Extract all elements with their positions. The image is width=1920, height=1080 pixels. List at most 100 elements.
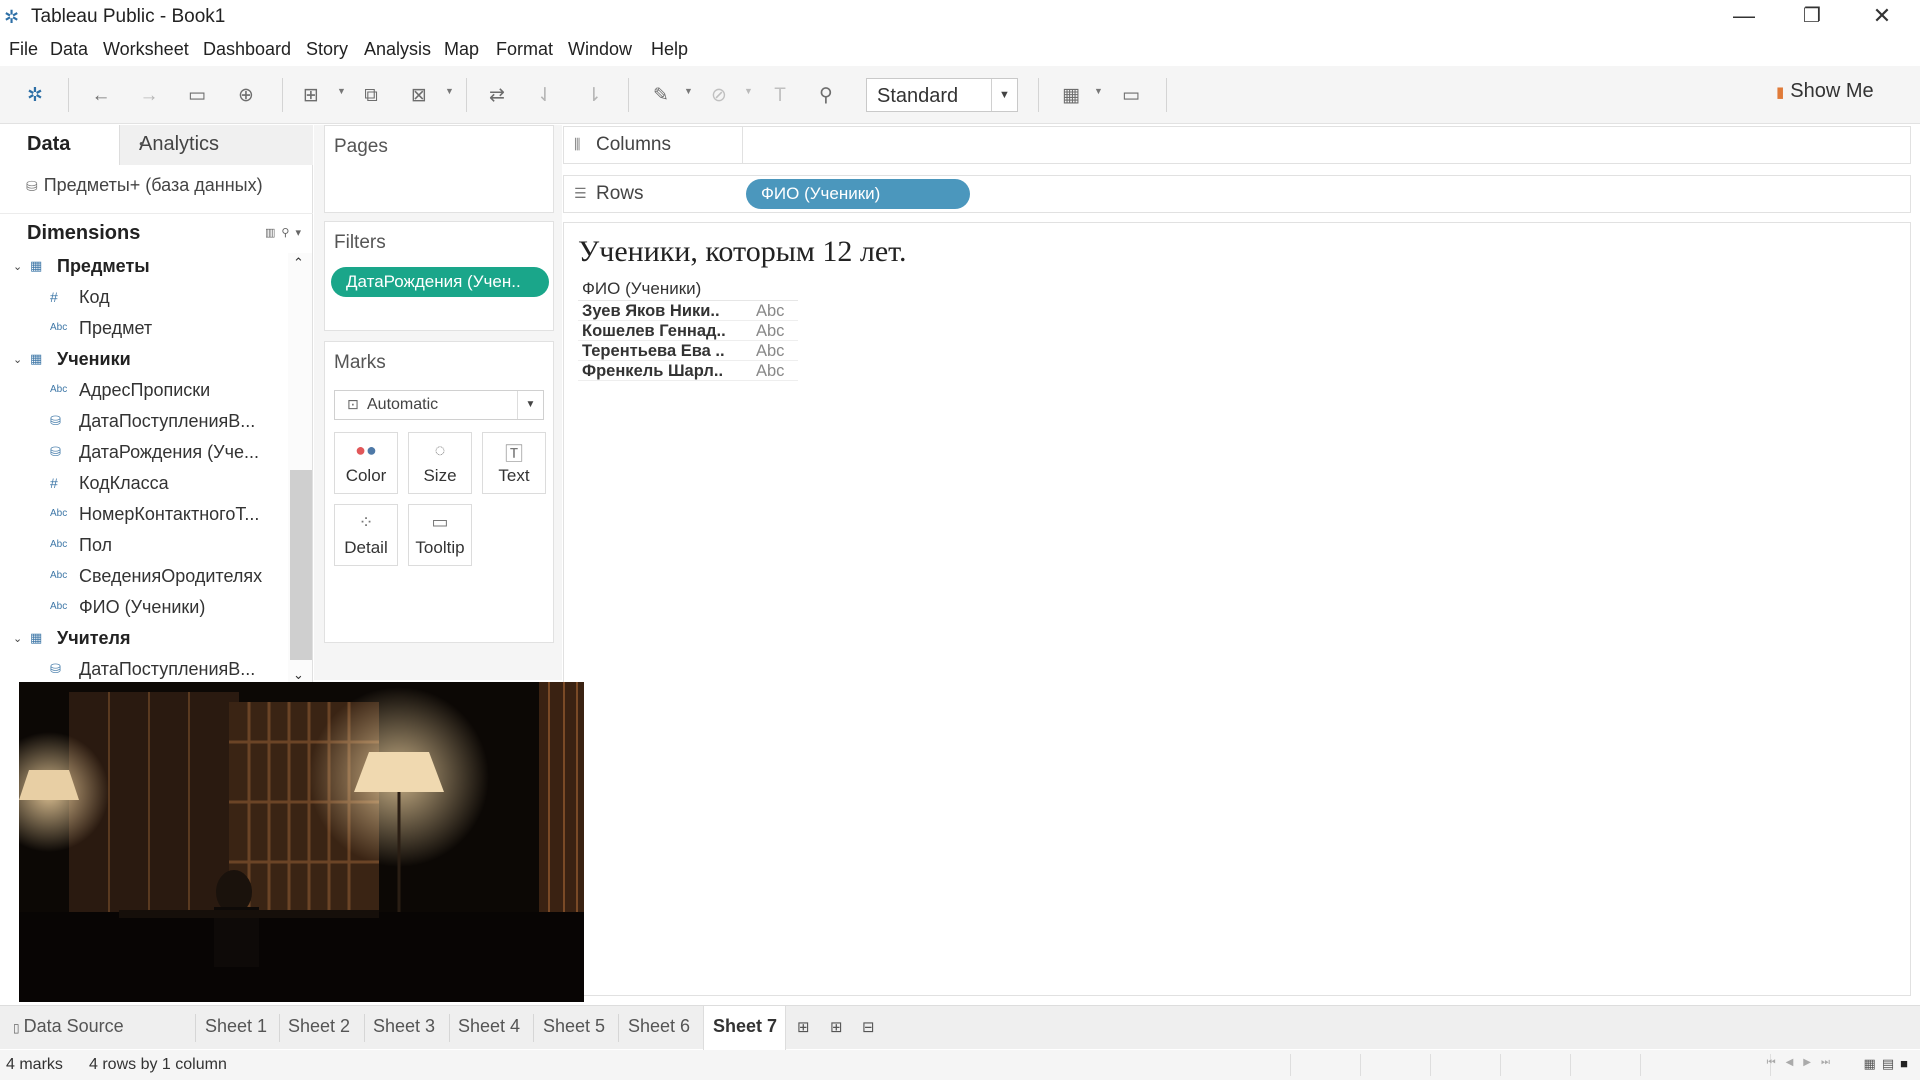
- text-button[interactable]: 🅃 Text: [482, 432, 546, 494]
- last-sheet-icon[interactable]: ⏭: [1821, 1057, 1840, 1068]
- new-dashboard-tab-icon[interactable]: ⊞: [830, 1018, 843, 1036]
- tableau-logo-icon[interactable]: ✲: [22, 83, 48, 109]
- rows-shelf[interactable]: ☰ Rows ФИО (Ученики): [563, 175, 1911, 213]
- sort-descending-icon[interactable]: ⇂: [581, 83, 607, 109]
- chevron-down-icon[interactable]: ⌄: [13, 353, 22, 366]
- add-datasource-icon[interactable]: ⊕: [233, 83, 259, 109]
- pin-icon[interactable]: ⚲: [813, 83, 839, 109]
- save-icon[interactable]: ▭: [184, 83, 210, 109]
- table-ucheniki[interactable]: ⌄ ▦ Ученики: [0, 346, 288, 376]
- redo-icon[interactable]: →: [136, 83, 162, 109]
- field-item[interactable]: Abc НомерКонтактногоТ...: [0, 501, 288, 531]
- chevron-down-icon[interactable]: ▼: [744, 86, 753, 96]
- table-row[interactable]: Френкель Шарл.. Abc: [578, 361, 798, 381]
- text-mark[interactable]: Abc: [756, 342, 784, 361]
- field-item[interactable]: ⛁ ДатаПоступленияВ...: [0, 408, 288, 438]
- duplicate-sheet-icon[interactable]: ⧉: [358, 83, 384, 109]
- mark-type-dropdown[interactable]: ⊡ Automatic ▼: [334, 390, 544, 420]
- tab-sheet-6[interactable]: Sheet 6: [628, 1016, 690, 1037]
- chevron-down-icon[interactable]: ▼: [684, 86, 693, 96]
- tab-sheet-3[interactable]: Sheet 3: [373, 1016, 435, 1037]
- menu-file[interactable]: File: [9, 39, 38, 60]
- size-button[interactable]: ◌ Size: [408, 432, 472, 494]
- menu-format[interactable]: Format: [496, 39, 553, 60]
- chevron-down-icon[interactable]: ▾: [295, 227, 307, 239]
- undo-icon[interactable]: ←: [88, 83, 114, 109]
- new-worksheet-icon[interactable]: ⊞: [298, 83, 324, 109]
- row-header[interactable]: Френкель Шарл..: [582, 362, 723, 381]
- restore-button[interactable]: ❐: [1778, 0, 1846, 34]
- chevron-up-icon[interactable]: ⌃: [293, 255, 304, 271]
- view-toggle-icon[interactable]: ▥: [265, 227, 281, 239]
- swap-icon[interactable]: ⇄: [484, 83, 510, 109]
- tab-analytics[interactable]: Analytics ●: [119, 125, 313, 165]
- table-row[interactable]: Зуев Яков Ники.. Abc: [578, 301, 798, 321]
- scrollbar-thumb[interactable]: [290, 470, 312, 660]
- tab-sheet-7[interactable]: Sheet 7: [713, 1016, 777, 1037]
- chevron-down-icon[interactable]: ▼: [517, 391, 543, 419]
- table-row[interactable]: Терентьева Ева .. Abc: [578, 341, 798, 361]
- text-mark[interactable]: Abc: [756, 302, 784, 321]
- field-item[interactable]: Abc Предмет: [0, 315, 288, 345]
- table-uchitelya[interactable]: ⌄ ▦ Учителя: [0, 625, 288, 655]
- group-icon[interactable]: ⊘: [706, 83, 732, 109]
- row-header[interactable]: Кошелев Геннад..: [582, 322, 726, 341]
- show-labels-icon[interactable]: T: [767, 83, 793, 109]
- field-item[interactable]: Abc ФИО (Ученики): [0, 594, 288, 624]
- new-worksheet-tab-icon[interactable]: ⊞: [797, 1018, 810, 1036]
- row-header[interactable]: Зуев Яков Ники..: [582, 302, 720, 321]
- text-mark[interactable]: Abc: [756, 362, 784, 381]
- menu-dashboard[interactable]: Dashboard: [203, 39, 291, 60]
- chevron-down-icon[interactable]: ●: [139, 139, 305, 148]
- video-overlay[interactable]: [19, 682, 584, 1002]
- next-sheet-icon[interactable]: ▶: [1803, 1057, 1821, 1068]
- rows-pill[interactable]: ФИО (Ученики): [746, 179, 970, 209]
- clear-sheet-icon[interactable]: ⊠: [406, 83, 432, 109]
- menu-worksheet[interactable]: Worksheet: [103, 39, 189, 60]
- menu-story[interactable]: Story: [306, 39, 348, 60]
- sheet-navigation[interactable]: ⏮◀▶⏭: [1767, 1057, 1840, 1068]
- chevron-down-icon[interactable]: ▼: [1094, 86, 1103, 96]
- close-button[interactable]: ✕: [1848, 0, 1916, 34]
- column-header[interactable]: ФИО (Ученики): [578, 279, 798, 301]
- menu-analysis[interactable]: Analysis: [364, 39, 431, 60]
- sheet-sorter-icon[interactable]: ▦: [1864, 1056, 1882, 1071]
- field-item[interactable]: Abc СведенияОродителях: [0, 563, 288, 593]
- highlight-icon[interactable]: ✎: [648, 83, 674, 109]
- new-story-tab-icon[interactable]: ⊟: [862, 1018, 875, 1036]
- data-pane-scrollbar[interactable]: ⌃ ⌄: [288, 253, 312, 685]
- show-cards-icon[interactable]: ▦: [1058, 83, 1084, 109]
- row-header[interactable]: Терентьева Ева ..: [582, 342, 725, 361]
- worksheet-view[interactable]: Ученики, которым 12 лет. ФИО (Ученики) З…: [563, 222, 1911, 996]
- table-predmety[interactable]: ⌄ ▦ Предметы: [0, 253, 288, 283]
- color-button[interactable]: ●● Color: [334, 432, 398, 494]
- chevron-down-icon[interactable]: ▼: [337, 86, 346, 96]
- field-item[interactable]: Abc Пол: [0, 532, 288, 562]
- field-item[interactable]: Abc АдресПрописки: [0, 377, 288, 407]
- chevron-down-icon[interactable]: ▼: [445, 86, 454, 96]
- menu-help[interactable]: Help: [651, 39, 688, 60]
- filmstrip-icon[interactable]: ▤: [1882, 1056, 1900, 1071]
- prev-sheet-icon[interactable]: ◀: [1786, 1057, 1804, 1068]
- filters-card[interactable]: Filters ДатаРождения (Учен..: [324, 221, 554, 331]
- chevron-down-icon[interactable]: ⌄: [13, 632, 22, 645]
- pages-card[interactable]: Pages: [324, 125, 554, 213]
- tab-sheet-4[interactable]: Sheet 4: [458, 1016, 520, 1037]
- menu-window[interactable]: Window: [568, 39, 632, 60]
- tooltip-button[interactable]: ▭ Tooltip: [408, 504, 472, 566]
- menu-data[interactable]: Data: [50, 39, 88, 60]
- datasource-item[interactable]: ⛁ Предметы+ (база данных): [26, 175, 263, 196]
- chevron-down-icon[interactable]: ⌄: [13, 260, 22, 273]
- tab-data[interactable]: Data: [0, 125, 119, 165]
- presentation-icon[interactable]: ▭: [1118, 83, 1144, 109]
- columns-shelf[interactable]: ⫼ Columns: [563, 126, 1911, 164]
- detail-button[interactable]: ⁘ Detail: [334, 504, 398, 566]
- chevron-down-icon[interactable]: ⌄: [293, 667, 304, 683]
- viz-title[interactable]: Ученики, которым 12 лет.: [578, 235, 907, 269]
- field-item[interactable]: ⛁ ДатаПоступленияВ...: [0, 656, 288, 685]
- tab-data-source[interactable]: ▯ Data Source: [13, 1016, 124, 1037]
- first-sheet-icon[interactable]: ⏮: [1767, 1057, 1786, 1068]
- search-icon[interactable]: ⚲: [281, 227, 295, 239]
- sort-ascending-icon[interactable]: ⇃: [532, 83, 558, 109]
- table-row[interactable]: Кошелев Геннад.. Abc: [578, 321, 798, 341]
